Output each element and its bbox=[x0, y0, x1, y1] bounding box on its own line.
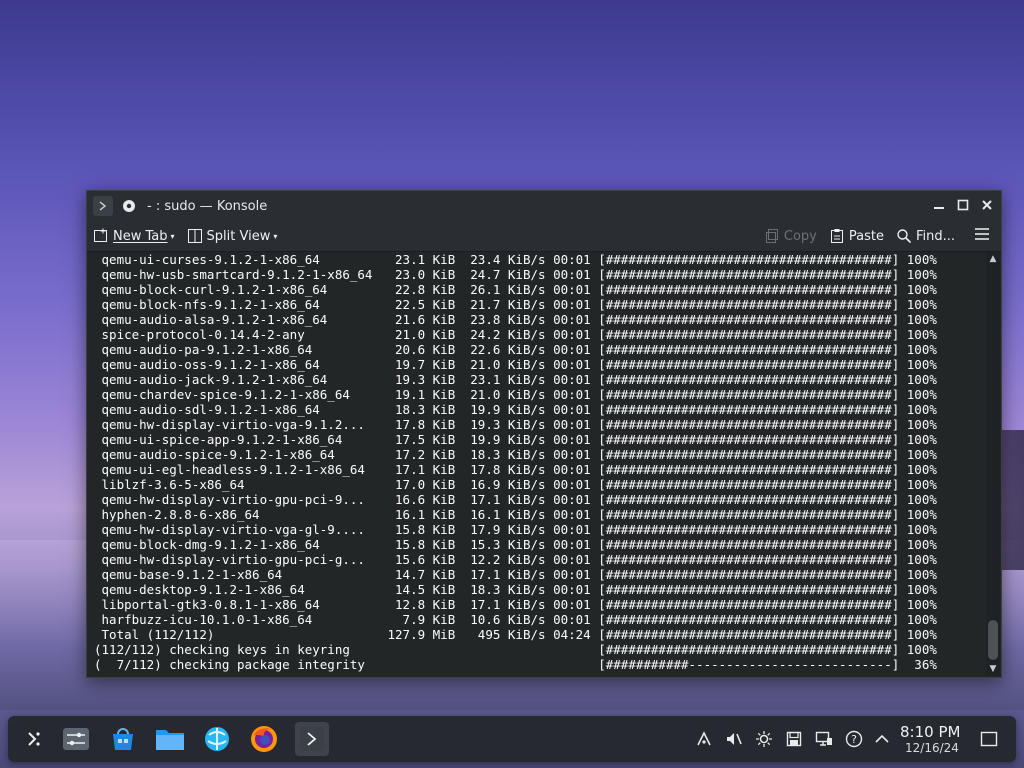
paste-icon bbox=[829, 228, 845, 244]
split-view-dropdown-icon[interactable]: ▾ bbox=[273, 232, 277, 241]
clock-date[interactable]: 12/16/24 bbox=[905, 741, 959, 755]
terminal-lines: qemu-ui-curses-9.1.2-1-x86_64 23.1 KiB 2… bbox=[94, 252, 937, 672]
hamburger-menu-icon bbox=[973, 226, 991, 246]
save-icon[interactable] bbox=[784, 729, 804, 749]
terminal-line: qemu-audio-oss-9.1.2-1-x86_64 19.7 KiB 2… bbox=[94, 357, 937, 372]
new-tab-button[interactable]: New Tab ▾ bbox=[87, 223, 181, 249]
title-bar[interactable]: - : sudo — Konsole bbox=[87, 191, 1001, 221]
pin-icon[interactable] bbox=[119, 196, 139, 216]
browser-icon[interactable] bbox=[200, 722, 234, 756]
display-icon[interactable] bbox=[814, 729, 834, 749]
network-icon[interactable] bbox=[694, 729, 714, 749]
file-manager-icon[interactable] bbox=[153, 722, 187, 756]
terminal-line: qemu-desktop-9.1.2-1-x86_64 14.5 KiB 18.… bbox=[94, 582, 937, 597]
expand-tray-icon[interactable] bbox=[872, 729, 892, 749]
konsole-app-icon[interactable] bbox=[93, 196, 113, 216]
help-icon[interactable]: ? bbox=[844, 729, 864, 749]
terminal-line: qemu-audio-spice-9.1.2-1-x86_64 17.2 KiB… bbox=[94, 447, 937, 462]
konsole-window: - : sudo — Konsole New Tab ▾ Split View … bbox=[86, 190, 1002, 678]
terminal-line: qemu-block-nfs-9.1.2-1-x86_64 22.5 KiB 2… bbox=[94, 297, 937, 312]
scroll-down-arrow-icon[interactable]: ▼ bbox=[986, 662, 1000, 676]
maximize-button[interactable] bbox=[953, 195, 973, 215]
terminal-line: liblzf-3.6-5-x86_64 17.0 KiB 16.9 KiB/s … bbox=[94, 477, 937, 492]
minimize-button[interactable] bbox=[929, 195, 949, 215]
close-button[interactable] bbox=[977, 195, 997, 215]
terminal-line: libportal-gtk3-0.8.1-1-x86_64 12.8 KiB 1… bbox=[94, 597, 937, 612]
terminal-line: qemu-ui-curses-9.1.2-1-x86_64 23.1 KiB 2… bbox=[94, 252, 937, 267]
paste-button[interactable]: Paste bbox=[823, 223, 890, 249]
brightness-icon[interactable] bbox=[754, 729, 774, 749]
terminal-line: qemu-audio-alsa-9.1.2-1-x86_64 21.6 KiB … bbox=[94, 312, 937, 327]
split-view-button[interactable]: Split View ▾ bbox=[181, 223, 284, 249]
split-view-icon bbox=[187, 228, 203, 244]
terminal-line: qemu-hw-display-virtio-gpu-pci-9... 16.6… bbox=[94, 492, 937, 507]
paste-label: Paste bbox=[848, 228, 884, 244]
terminal-line: qemu-ui-spice-app-9.1.2-1-x86_64 17.5 Ki… bbox=[94, 432, 937, 447]
terminal-line: qemu-block-curl-9.1.2-1-x86_64 22.8 KiB … bbox=[94, 282, 937, 297]
terminal-line: harfbuzz-icu-10.1.0-1-x86_64 7.9 KiB 10.… bbox=[94, 612, 937, 627]
terminal-line: Total (112/112) 127.9 MiB 495 KiB/s 04:2… bbox=[94, 627, 937, 642]
terminal-line: qemu-hw-display-virtio-vga-gl-9.... 15.8… bbox=[94, 522, 937, 537]
scrollbar-thumb[interactable] bbox=[988, 620, 998, 660]
find-button[interactable]: Find... bbox=[890, 223, 961, 249]
split-view-label: Split View bbox=[206, 228, 271, 244]
system-settings-icon[interactable] bbox=[59, 722, 93, 756]
hamburger-menu-button[interactable] bbox=[967, 223, 997, 249]
new-tab-label: New Tab bbox=[113, 228, 168, 244]
copy-label: Copy bbox=[783, 228, 817, 244]
terminal-line: qemu-audio-pa-9.1.2-1-x86_64 20.6 KiB 22… bbox=[94, 342, 937, 357]
konsole-taskbar-icon[interactable] bbox=[295, 722, 329, 756]
discover-store-icon[interactable] bbox=[106, 722, 140, 756]
show-desktop-icon[interactable] bbox=[979, 729, 999, 749]
svg-text:?: ? bbox=[851, 733, 857, 746]
terminal-line: (112/112) checking keys in keyring [####… bbox=[94, 642, 937, 657]
firefox-icon[interactable] bbox=[247, 722, 281, 756]
terminal-line: qemu-base-9.1.2-1-x86_64 14.7 KiB 17.1 K… bbox=[94, 567, 937, 582]
new-tab-dropdown-icon[interactable]: ▾ bbox=[171, 232, 175, 241]
clock-time[interactable]: 8:10 PM bbox=[900, 723, 960, 741]
terminal-line: qemu-hw-usb-smartcard-9.1.2-1-x86_64 23.… bbox=[94, 267, 937, 282]
window-title: - : sudo — Konsole bbox=[147, 198, 268, 214]
scroll-up-arrow-icon[interactable]: ▲ bbox=[986, 252, 1000, 266]
terminal-line: qemu-ui-egl-headless-9.1.2-1-x86_64 17.1… bbox=[94, 462, 937, 477]
terminal-line: ( 7/112) checking package integrity [###… bbox=[94, 657, 937, 672]
terminal-output[interactable]: qemu-ui-curses-9.1.2-1-x86_64 23.1 KiB 2… bbox=[87, 252, 985, 676]
launcher-icon[interactable] bbox=[17, 722, 51, 756]
terminal-line: qemu-chardev-spice-9.1.2-1-x86_64 19.1 K… bbox=[94, 387, 937, 402]
terminal-line: qemu-audio-jack-9.1.2-1-x86_64 19.3 KiB … bbox=[94, 372, 937, 387]
terminal-line: hyphen-2.8.8-6-x86_64 16.1 KiB 16.1 KiB/… bbox=[94, 507, 937, 522]
terminal-line: qemu-hw-display-virtio-vga-9.1.2... 17.8… bbox=[94, 417, 937, 432]
search-icon bbox=[896, 228, 912, 244]
terminal-line: qemu-block-dmg-9.1.2-1-x86_64 15.8 KiB 1… bbox=[94, 537, 937, 552]
copy-button[interactable]: Copy bbox=[758, 223, 823, 249]
terminal-scrollbar[interactable]: ▲ ▼ bbox=[986, 252, 1000, 676]
copy-icon bbox=[764, 228, 780, 244]
toolbar: New Tab ▾ Split View ▾ Copy Paste Find..… bbox=[87, 221, 1001, 252]
new-tab-icon bbox=[93, 228, 109, 244]
find-label: Find... bbox=[915, 228, 955, 244]
terminal-line: qemu-audio-sdl-9.1.2-1-x86_64 18.3 KiB 1… bbox=[94, 402, 937, 417]
terminal-line: qemu-hw-display-virtio-gpu-pci-g... 15.6… bbox=[94, 552, 937, 567]
terminal-line: spice-protocol-0.14.4-2-any 21.0 KiB 24.… bbox=[94, 327, 937, 342]
volume-muted-icon[interactable] bbox=[724, 729, 744, 749]
taskbar: ? 8:10 PM 12/16/24 bbox=[8, 716, 1016, 762]
